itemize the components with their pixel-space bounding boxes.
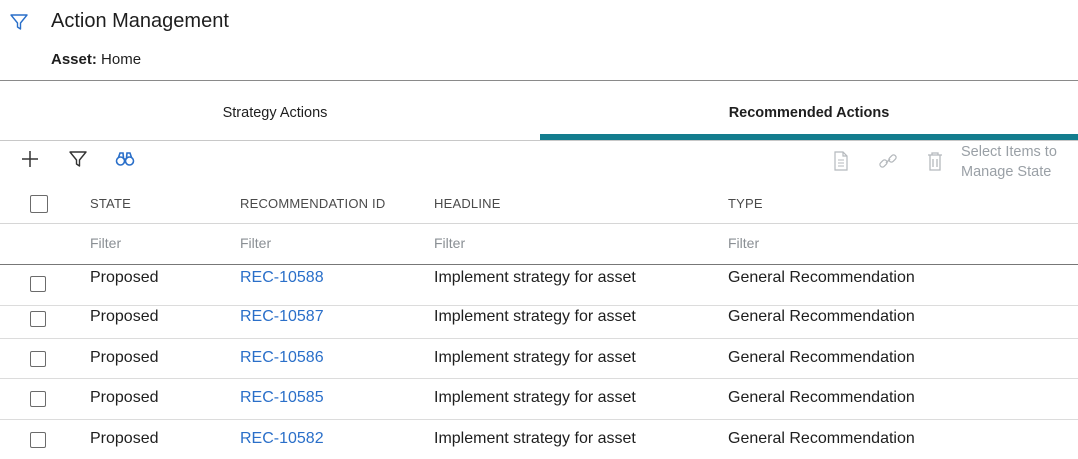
type-cell: General Recommendation <box>728 308 915 325</box>
state-cell: Proposed <box>90 349 159 366</box>
link-icon[interactable] <box>877 150 899 172</box>
recommendation-id-link[interactable]: REC-10587 <box>240 308 324 326</box>
asset-value: Home <box>101 51 142 68</box>
type-cell: General Recommendation <box>728 430 915 447</box>
asset-label: Asset: <box>51 51 97 68</box>
headline-cell: Implement strategy for asset <box>434 269 636 286</box>
column-header-recommendation-id[interactable]: RECOMMENDATION ID <box>240 196 385 211</box>
recommendation-id-link[interactable]: REC-10586 <box>240 349 324 367</box>
headline-cell: Implement strategy for asset <box>434 349 636 366</box>
table-header-row: STATE RECOMMENDATION ID HEADLINE TYPE <box>0 183 1078 224</box>
binoculars-icon[interactable] <box>114 148 136 170</box>
recommendation-id-link[interactable]: REC-10585 <box>240 389 324 407</box>
tab-recommended-actions[interactable]: Recommended Actions <box>540 81 1078 141</box>
row-checkbox[interactable] <box>30 276 46 292</box>
filter-icon[interactable] <box>9 12 29 32</box>
table-row[interactable]: Proposed REC-10586 Implement strategy fo… <box>0 339 1078 379</box>
asset-info: Asset: Home <box>51 51 141 68</box>
page-title: Action Management <box>51 10 229 32</box>
table-row[interactable]: Proposed REC-10582 Implement strategy fo… <box>0 420 1078 459</box>
recommendation-id-filter-input[interactable]: Filter <box>240 235 271 251</box>
page-header: Action Management Asset: Home <box>0 0 1078 81</box>
row-checkbox[interactable] <box>30 311 46 327</box>
column-header-state[interactable]: STATE <box>90 196 131 211</box>
row-checkbox[interactable] <box>30 432 46 448</box>
select-items-note: Select Items to Manage State <box>961 144 1057 180</box>
select-all-checkbox[interactable] <box>30 195 48 213</box>
column-header-headline[interactable]: HEADLINE <box>434 196 501 211</box>
state-cell: Proposed <box>90 308 159 325</box>
plus-icon[interactable] <box>19 148 41 170</box>
recommendation-id-link[interactable]: REC-10588 <box>240 269 324 287</box>
table-row[interactable]: Proposed REC-10587 Implement strategy fo… <box>0 298 1078 339</box>
headline-cell: Implement strategy for asset <box>434 308 636 325</box>
headline-cell: Implement strategy for asset <box>434 389 636 406</box>
column-header-type[interactable]: TYPE <box>728 196 763 211</box>
state-cell: Proposed <box>90 389 159 406</box>
filter-icon[interactable] <box>67 148 89 170</box>
table-row[interactable]: Proposed REC-10585 Implement strategy fo… <box>0 379 1078 420</box>
type-cell: General Recommendation <box>728 349 915 366</box>
recommendation-id-link[interactable]: REC-10582 <box>240 430 324 448</box>
tab-strategy-actions[interactable]: Strategy Actions <box>0 81 550 141</box>
state-cell: Proposed <box>90 430 159 447</box>
filter-row: Filter Filter Filter Filter <box>0 224 1078 265</box>
type-cell: General Recommendation <box>728 269 915 286</box>
state-filter-input[interactable]: Filter <box>90 235 121 251</box>
headline-cell: Implement strategy for asset <box>434 430 636 447</box>
headline-filter-input[interactable]: Filter <box>434 235 465 251</box>
active-tab-indicator <box>540 134 1078 140</box>
type-cell: General Recommendation <box>728 389 915 406</box>
trash-icon[interactable] <box>924 150 946 172</box>
tab-bar: Strategy Actions Recommended Actions <box>0 81 1078 141</box>
document-icon[interactable] <box>830 150 852 172</box>
type-filter-input[interactable]: Filter <box>728 235 759 251</box>
state-cell: Proposed <box>90 269 159 286</box>
row-checkbox[interactable] <box>30 391 46 407</box>
row-checkbox[interactable] <box>30 351 46 367</box>
